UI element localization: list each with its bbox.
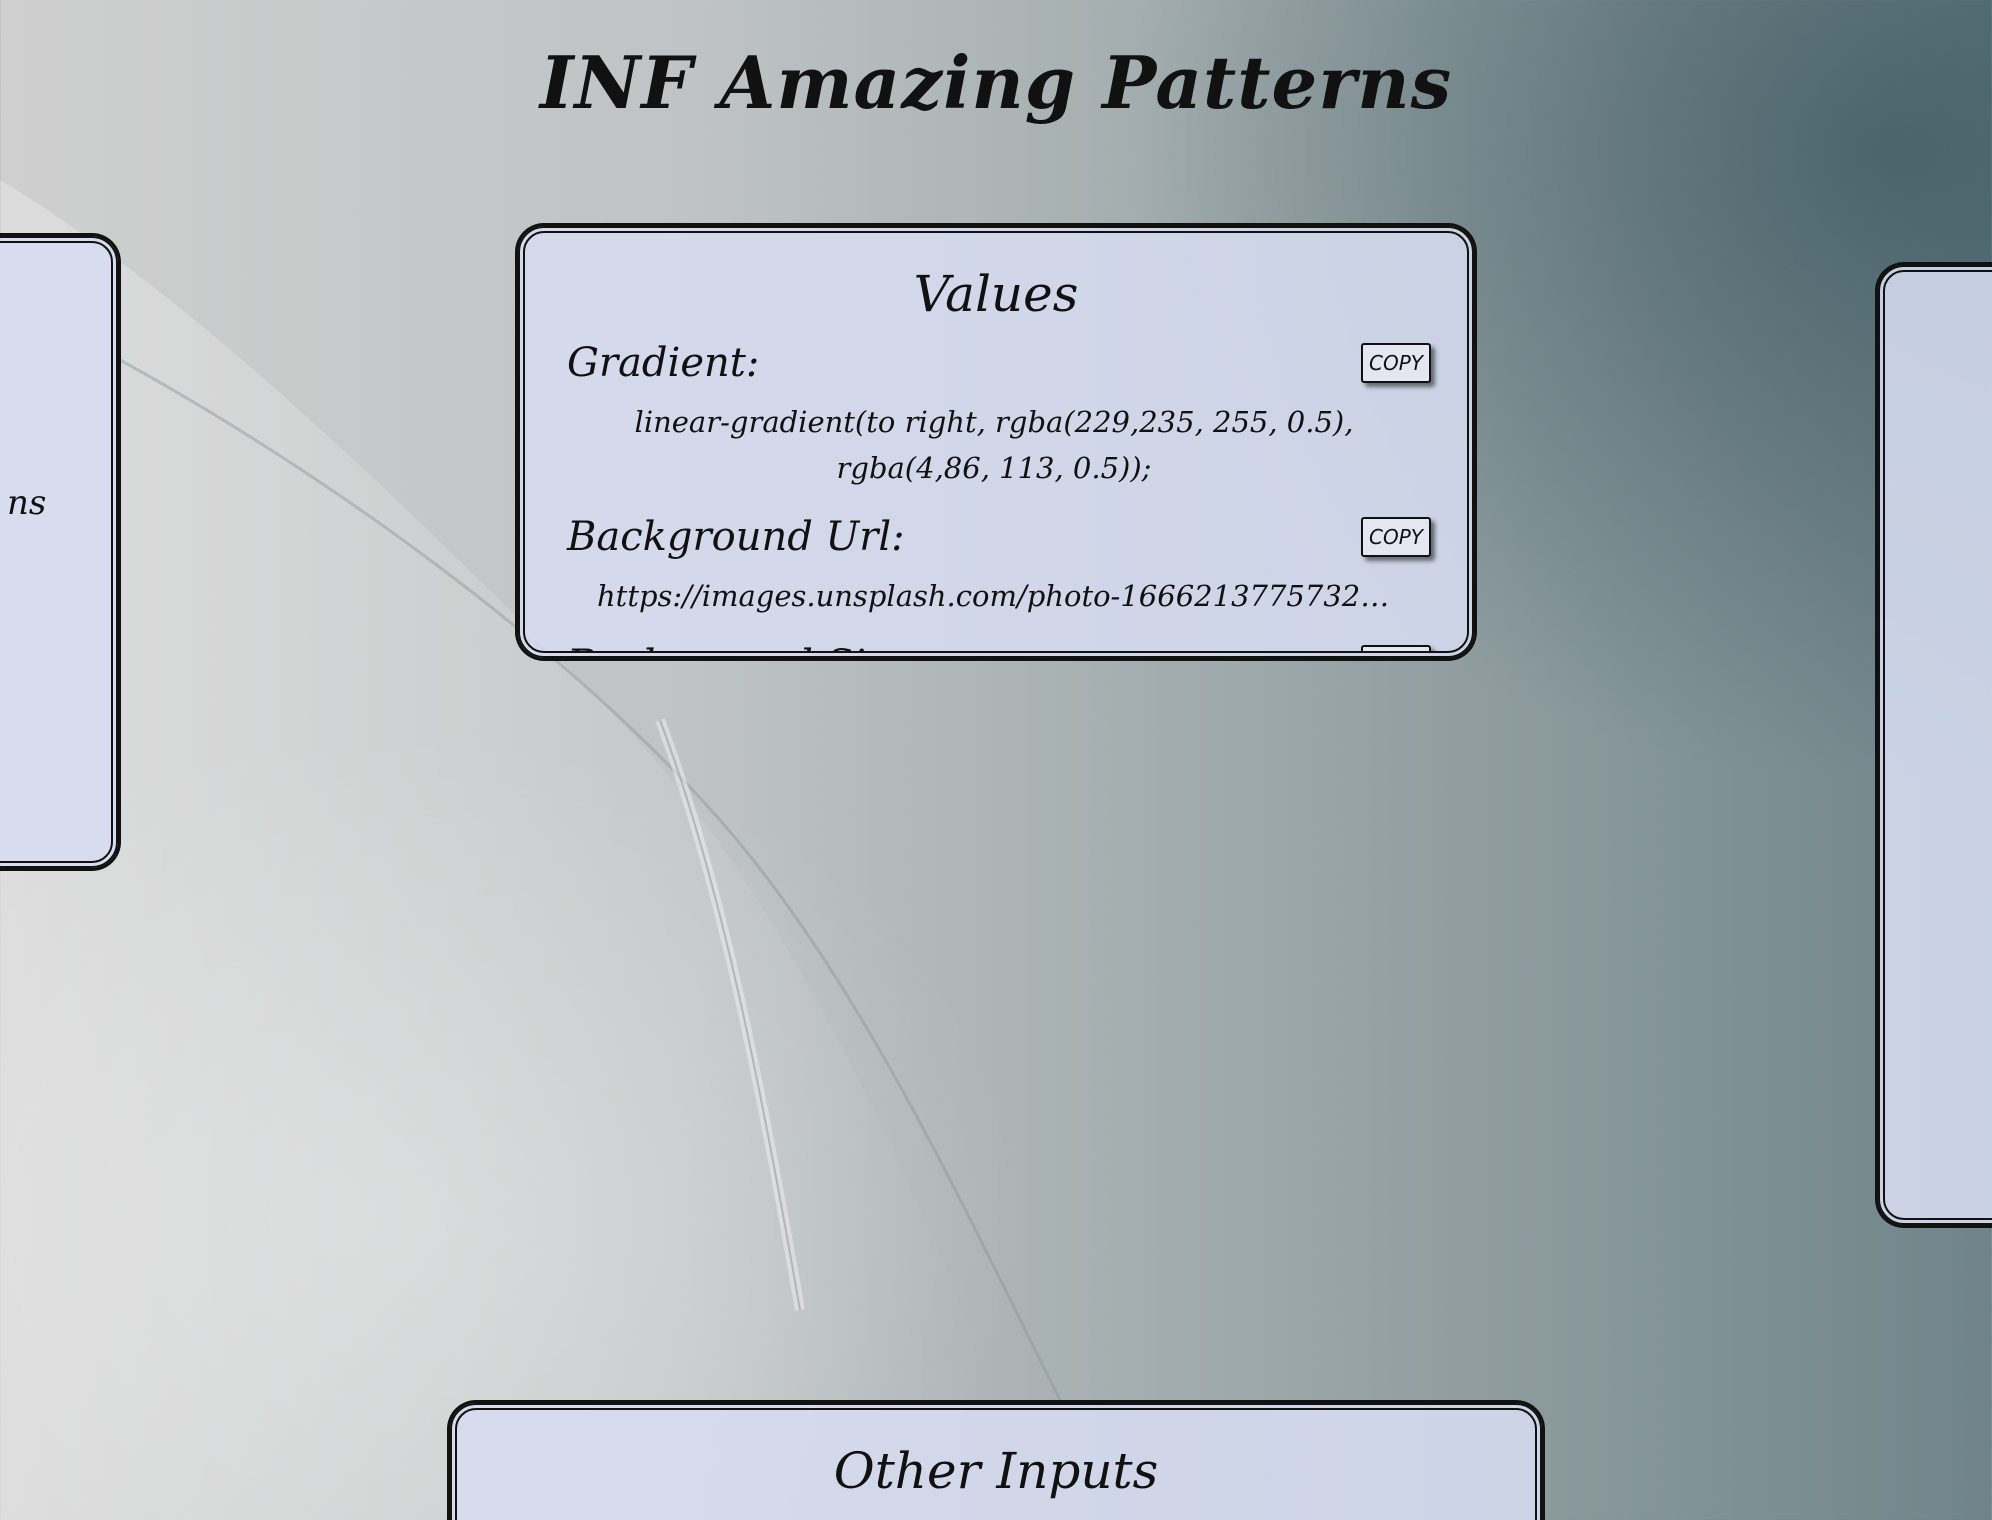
gradient-value: linear-gradient(to right, rgba(229,235, …	[634, 405, 1354, 485]
background-url-row: Background Url: COPY https://images.unsp…	[567, 507, 1431, 635]
background-size-row: Background Size: COPY	[567, 635, 1431, 651]
right-side-panel	[1878, 265, 1992, 1225]
background-url-value: https://images.unsplash.com/photo-166621…	[597, 579, 1431, 613]
page-title: INF Amazing Patterns	[539, 40, 1453, 125]
other-inputs-heading: Other Inputs	[833, 1442, 1159, 1500]
copy-background-url-button[interactable]: COPY	[1361, 517, 1431, 557]
values-heading: Values	[913, 265, 1079, 323]
other-inputs-panel[interactable]: Other Inputs	[450, 1403, 1542, 1520]
gradient-row: Gradient: COPY linear-gradient(to right,…	[567, 333, 1431, 507]
left-panel-text-fragment: ns	[7, 483, 47, 523]
left-side-panel: ns	[0, 236, 118, 868]
background-size-label: Background Size:	[567, 642, 924, 651]
gradient-label: Gradient:	[567, 340, 760, 386]
background-url-label: Background Url:	[567, 514, 905, 560]
copy-background-size-button[interactable]: COPY	[1361, 645, 1431, 651]
copy-gradient-button[interactable]: COPY	[1361, 343, 1431, 383]
values-panel[interactable]: Values Gradient: COPY linear-gradient(to…	[518, 226, 1474, 658]
